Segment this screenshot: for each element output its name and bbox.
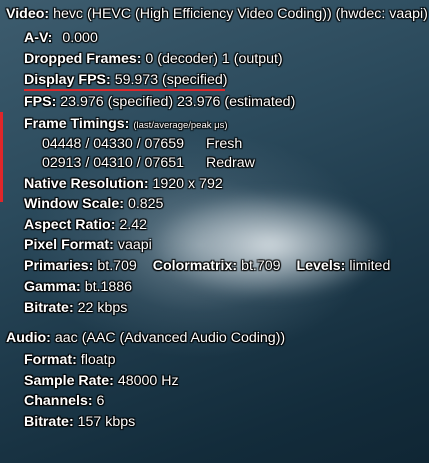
dropped-frames-value: 0 (decoder) 1 (output) bbox=[145, 51, 283, 67]
channels-value: 6 bbox=[96, 393, 105, 409]
audio-codec-value: aac (AAC (Advanced Audio Coding)) bbox=[54, 330, 286, 346]
frame-timings-fresh-row: 04448 / 04330 / 07659 Fresh bbox=[42, 135, 242, 153]
native-resolution-value: 1920 x 792 bbox=[152, 176, 223, 192]
frame-timings-note: (last/average/peak μs) bbox=[133, 120, 228, 131]
fresh-timings-values: 04448 / 04330 / 07659 bbox=[42, 136, 185, 152]
fps-value: 23.976 (specified) 23.976 (estimated) bbox=[60, 94, 296, 110]
audio-format-key: Format: bbox=[24, 352, 77, 368]
audio-header-key: Audio: bbox=[6, 330, 51, 346]
redraw-timings-values: 02913 / 04310 / 07651 bbox=[42, 155, 185, 171]
display-fps-key: Display FPS: bbox=[24, 72, 111, 88]
video-header-key: Video: bbox=[6, 6, 50, 22]
sample-rate-key: Sample Rate: bbox=[24, 373, 114, 389]
aspect-ratio-value: 2.42 bbox=[119, 217, 148, 233]
colormatrix-key: Colormatrix: bbox=[152, 258, 238, 274]
video-bitrate-key: Bitrate: bbox=[24, 300, 74, 316]
av-sync-line: A-V: 0.000 bbox=[24, 29, 98, 47]
pixel-format-value: vaapi bbox=[117, 237, 152, 253]
audio-format-value: floatp bbox=[80, 352, 116, 368]
audio-bitrate-line: Bitrate: 157 kbps bbox=[24, 413, 135, 431]
video-frame-background bbox=[150, 190, 390, 300]
display-fps-line: Display FPS: 59.973 (specified) bbox=[24, 71, 227, 89]
video-bitrate-line: Bitrate: 22 kbps bbox=[24, 299, 127, 317]
video-header-line: Video: hevc (HEVC (High Efficiency Video… bbox=[6, 5, 428, 23]
gamma-value: bt.1886 bbox=[84, 279, 133, 295]
sample-rate-value: 48000 Hz bbox=[117, 373, 179, 389]
colormatrix-value: bt.709 bbox=[241, 258, 281, 274]
frame-timings-line: Frame Timings: (last/average/peak μs) bbox=[24, 115, 228, 135]
fps-key: FPS: bbox=[24, 94, 57, 110]
primaries-value: bt.709 bbox=[97, 258, 137, 274]
fresh-label: Fresh bbox=[205, 136, 243, 152]
left-edge-marker bbox=[0, 112, 3, 202]
av-sync-value: 0.000 bbox=[62, 30, 98, 46]
fps-line: FPS: 23.976 (specified) 23.976 (estimate… bbox=[24, 93, 295, 111]
native-resolution-line: Native Resolution: 1920 x 792 bbox=[24, 175, 223, 193]
audio-bitrate-value: 157 kbps bbox=[77, 414, 136, 430]
window-scale-key: Window Scale: bbox=[24, 196, 124, 212]
audio-header-line: Audio: aac (AAC (Advanced Audio Coding)) bbox=[6, 329, 285, 347]
gamma-line: Gamma: bt.1886 bbox=[24, 278, 132, 296]
color-info-line: Primaries: bt.709 Colormatrix: bt.709 Le… bbox=[24, 257, 390, 275]
sample-rate-line: Sample Rate: 48000 Hz bbox=[24, 372, 179, 390]
frame-timings-redraw-row: 02913 / 04310 / 07651 Redraw bbox=[42, 154, 255, 172]
gamma-key: Gamma: bbox=[24, 279, 81, 295]
primaries-key: Primaries: bbox=[24, 258, 94, 274]
native-resolution-key: Native Resolution: bbox=[24, 176, 149, 192]
aspect-ratio-key: Aspect Ratio: bbox=[24, 217, 116, 233]
dropped-frames-line: Dropped Frames: 0 (decoder) 1 (output) bbox=[24, 50, 283, 68]
display-fps-highlight-underline bbox=[24, 89, 225, 91]
audio-bitrate-key: Bitrate: bbox=[24, 414, 74, 430]
channels-line: Channels: 6 bbox=[24, 392, 104, 410]
pixel-format-line: Pixel Format: vaapi bbox=[24, 236, 152, 254]
aspect-ratio-line: Aspect Ratio: 2.42 bbox=[24, 216, 147, 234]
frame-timings-key: Frame Timings: bbox=[24, 116, 130, 132]
redraw-label: Redraw bbox=[205, 155, 255, 171]
levels-key: Levels: bbox=[296, 258, 346, 274]
dropped-frames-key: Dropped Frames: bbox=[24, 51, 142, 67]
channels-key: Channels: bbox=[24, 393, 93, 409]
window-scale-line: Window Scale: 0.825 bbox=[24, 195, 163, 213]
audio-format-line: Format: floatp bbox=[24, 351, 115, 369]
av-sync-key: A-V: bbox=[24, 30, 53, 46]
display-fps-value: 59.973 (specified) bbox=[114, 72, 228, 88]
window-scale-value: 0.825 bbox=[127, 196, 164, 212]
video-bitrate-value: 22 kbps bbox=[77, 300, 128, 316]
pixel-format-key: Pixel Format: bbox=[24, 237, 114, 253]
levels-value: limited bbox=[349, 258, 391, 274]
video-codec-value: hevc (HEVC (High Efficiency Video Coding… bbox=[53, 6, 428, 22]
